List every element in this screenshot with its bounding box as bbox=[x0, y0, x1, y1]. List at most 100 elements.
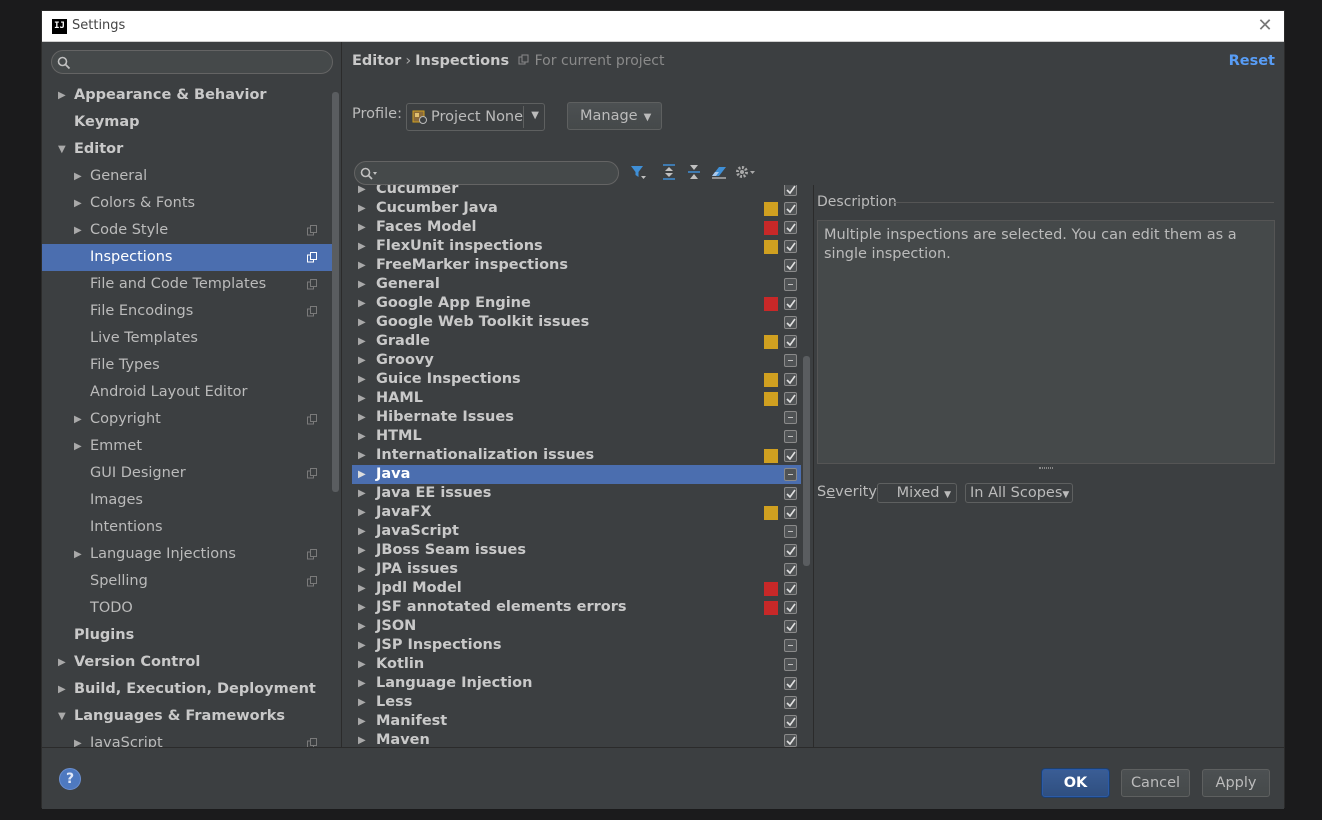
inspection-enabled-checkbox[interactable] bbox=[784, 715, 797, 728]
inspection-group-row[interactable]: ▶ Google Web Toolkit issues bbox=[352, 313, 801, 332]
collapsed-arrow-icon[interactable]: ▶ bbox=[358, 256, 366, 275]
collapsed-arrow-icon[interactable]: ▶ bbox=[74, 190, 82, 217]
collapsed-arrow-icon[interactable]: ▶ bbox=[358, 408, 366, 427]
inspection-group-row[interactable]: ▶ JavaFX bbox=[352, 503, 801, 522]
inspection-group-row[interactable]: ▶ Jpdl Model bbox=[352, 579, 801, 598]
collapsed-arrow-icon[interactable]: ▶ bbox=[74, 406, 82, 433]
sidebar-item[interactable]: ▶ Colors & Fonts bbox=[42, 190, 332, 217]
inspection-enabled-checkbox[interactable] bbox=[784, 430, 797, 443]
sidebar-item[interactable]: Keymap bbox=[42, 109, 332, 136]
expand-all-icon[interactable] bbox=[660, 163, 678, 181]
gear-icon[interactable] bbox=[734, 163, 756, 181]
inspection-enabled-checkbox[interactable] bbox=[784, 449, 797, 462]
inspection-enabled-checkbox[interactable] bbox=[784, 297, 797, 310]
sidebar-item[interactable]: File Encodings bbox=[42, 298, 332, 325]
eraser-icon[interactable] bbox=[710, 163, 728, 181]
scope-select[interactable]: In All Scopes▼ bbox=[965, 483, 1073, 503]
collapsed-arrow-icon[interactable]: ▶ bbox=[358, 636, 366, 655]
collapsed-arrow-icon[interactable]: ▶ bbox=[358, 427, 366, 446]
collapsed-arrow-icon[interactable]: ▶ bbox=[358, 351, 366, 370]
inspection-group-row[interactable]: ▶ Kotlin bbox=[352, 655, 801, 674]
inspection-enabled-checkbox[interactable] bbox=[784, 335, 797, 348]
sidebar-item[interactable]: ▼ Languages & Frameworks bbox=[42, 703, 332, 730]
inspection-group-row[interactable]: ▶ Groovy bbox=[352, 351, 801, 370]
resize-grip[interactable] bbox=[1039, 467, 1053, 469]
inspection-enabled-checkbox[interactable] bbox=[784, 316, 797, 329]
inspection-enabled-checkbox[interactable] bbox=[784, 582, 797, 595]
inspection-group-row[interactable]: ▶ Guice Inspections bbox=[352, 370, 801, 389]
sidebar-item[interactable]: Images bbox=[42, 487, 332, 514]
sidebar-item[interactable]: Intentions bbox=[42, 514, 332, 541]
sidebar-item[interactable]: ▶ Copyright bbox=[42, 406, 332, 433]
sidebar-item[interactable]: TODO bbox=[42, 595, 332, 622]
inspection-enabled-checkbox[interactable] bbox=[784, 639, 797, 652]
inspection-enabled-checkbox[interactable] bbox=[784, 734, 797, 747]
inspection-enabled-checkbox[interactable] bbox=[784, 525, 797, 538]
collapsed-arrow-icon[interactable]: ▶ bbox=[358, 370, 366, 389]
collapsed-arrow-icon[interactable]: ▶ bbox=[358, 503, 366, 522]
collapsed-arrow-icon[interactable]: ▶ bbox=[358, 446, 366, 465]
collapsed-arrow-icon[interactable]: ▶ bbox=[74, 217, 82, 244]
sidebar-item[interactable]: Plugins bbox=[42, 622, 332, 649]
inspection-group-row[interactable]: ▶ JSP Inspections bbox=[352, 636, 801, 655]
inspection-group-row[interactable]: ▶ Java bbox=[352, 465, 801, 484]
inspection-group-row[interactable]: ▶ Maven bbox=[352, 731, 801, 747]
inspection-group-row[interactable]: ▶ Internationalization issues bbox=[352, 446, 801, 465]
close-icon[interactable]: ✕ bbox=[1254, 15, 1276, 37]
inspection-search-input[interactable] bbox=[354, 161, 619, 185]
inspection-enabled-checkbox[interactable] bbox=[784, 278, 797, 291]
sidebar-item[interactable]: GUI Designer bbox=[42, 460, 332, 487]
collapsed-arrow-icon[interactable]: ▶ bbox=[358, 655, 366, 674]
collapsed-arrow-icon[interactable]: ▶ bbox=[74, 163, 82, 190]
sidebar-item[interactable]: Live Templates bbox=[42, 325, 332, 352]
collapsed-arrow-icon[interactable]: ▶ bbox=[358, 617, 366, 636]
collapsed-arrow-icon[interactable]: ▶ bbox=[74, 541, 82, 568]
inspection-group-row[interactable]: ▶ Less bbox=[352, 693, 801, 712]
ok-button[interactable]: OK bbox=[1042, 769, 1109, 797]
inspection-enabled-checkbox[interactable] bbox=[784, 601, 797, 614]
inspection-enabled-checkbox[interactable] bbox=[784, 696, 797, 709]
collapsed-arrow-icon[interactable]: ▶ bbox=[358, 484, 366, 503]
collapsed-arrow-icon[interactable]: ▶ bbox=[358, 199, 366, 218]
inspection-group-row[interactable]: ▶ JBoss Seam issues bbox=[352, 541, 801, 560]
sidebar-item[interactable]: File and Code Templates bbox=[42, 271, 332, 298]
apply-button[interactable]: Apply bbox=[1202, 769, 1270, 797]
inspection-group-row[interactable]: ▶ JavaScript bbox=[352, 522, 801, 541]
collapsed-arrow-icon[interactable]: ▶ bbox=[358, 560, 366, 579]
inspection-enabled-checkbox[interactable] bbox=[784, 202, 797, 215]
collapsed-arrow-icon[interactable]: ▶ bbox=[358, 674, 366, 693]
collapsed-arrow-icon[interactable]: ▶ bbox=[358, 332, 366, 351]
inspection-enabled-checkbox[interactable] bbox=[784, 185, 797, 196]
collapsed-arrow-icon[interactable]: ▶ bbox=[358, 522, 366, 541]
collapsed-arrow-icon[interactable]: ▶ bbox=[58, 82, 66, 109]
collapsed-arrow-icon[interactable]: ▶ bbox=[358, 465, 366, 484]
inspection-group-row[interactable]: ▶ FlexUnit inspections bbox=[352, 237, 801, 256]
collapsed-arrow-icon[interactable]: ▶ bbox=[58, 676, 66, 703]
collapsed-arrow-icon[interactable]: ▶ bbox=[358, 693, 366, 712]
inspection-enabled-checkbox[interactable] bbox=[784, 658, 797, 671]
inspection-enabled-checkbox[interactable] bbox=[784, 620, 797, 633]
sidebar-item[interactable]: ▶ Emmet bbox=[42, 433, 332, 460]
inspection-enabled-checkbox[interactable] bbox=[784, 411, 797, 424]
collapsed-arrow-icon[interactable]: ▶ bbox=[74, 433, 82, 460]
inspection-group-row[interactable]: ▶ Google App Engine bbox=[352, 294, 801, 313]
cancel-button[interactable]: Cancel bbox=[1121, 769, 1190, 797]
sidebar-item[interactable]: ▶ Language Injections bbox=[42, 541, 332, 568]
inspection-enabled-checkbox[interactable] bbox=[784, 373, 797, 386]
sidebar-item[interactable]: ▼ Editor bbox=[42, 136, 332, 163]
sidebar-scrollbar[interactable] bbox=[332, 92, 339, 492]
collapsed-arrow-icon[interactable]: ▶ bbox=[358, 313, 366, 332]
sidebar-item[interactable]: ▶ Code Style bbox=[42, 217, 332, 244]
inspection-group-row[interactable]: ▶ Language Injection bbox=[352, 674, 801, 693]
collapsed-arrow-icon[interactable]: ▶ bbox=[358, 579, 366, 598]
filter-icon[interactable] bbox=[629, 163, 647, 181]
inspection-group-row[interactable]: ▶ Manifest bbox=[352, 712, 801, 731]
collapsed-arrow-icon[interactable]: ▶ bbox=[358, 275, 366, 294]
inspection-enabled-checkbox[interactable] bbox=[784, 221, 797, 234]
collapsed-arrow-icon[interactable]: ▶ bbox=[358, 712, 366, 731]
inspection-group-row[interactable]: ▶ JPA issues bbox=[352, 560, 801, 579]
collapsed-arrow-icon[interactable]: ▶ bbox=[358, 237, 366, 256]
inspection-group-row[interactable]: ▶ HTML bbox=[352, 427, 801, 446]
sidebar-item[interactable]: ▶ Build, Execution, Deployment bbox=[42, 676, 332, 703]
help-icon[interactable]: ? bbox=[59, 768, 81, 790]
